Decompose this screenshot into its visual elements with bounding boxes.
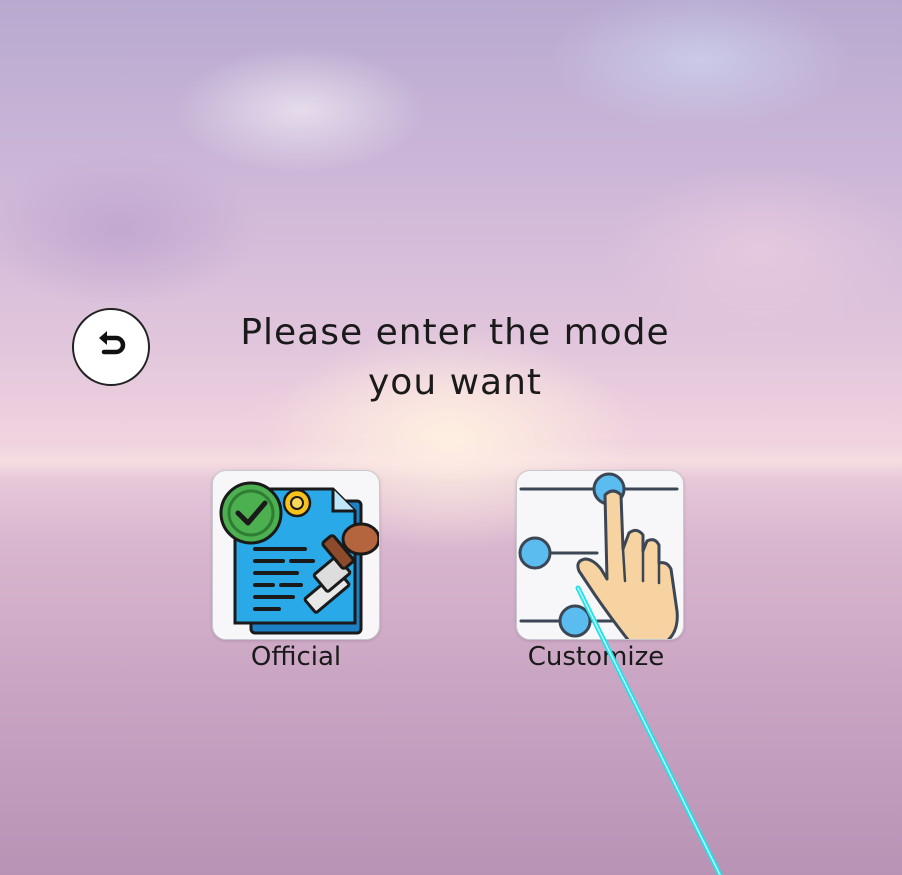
back-button[interactable] — [72, 308, 150, 386]
hand-slider-icon — [517, 471, 683, 639]
certified-document-icon — [213, 471, 379, 639]
customize-mode-label[interactable]: Customize — [496, 642, 696, 672]
horizon-glow — [0, 440, 902, 480]
title-line-2: you want — [367, 362, 543, 403]
official-mode-label[interactable]: Official — [196, 642, 396, 672]
customize-mode-button[interactable] — [516, 470, 684, 640]
official-mode-button[interactable] — [212, 470, 380, 640]
page-title: Please enter the mode you want — [195, 308, 715, 408]
undo-arrow-icon — [91, 325, 131, 369]
sky-background — [0, 0, 902, 875]
title-line-1: Please enter the mode — [240, 312, 670, 353]
